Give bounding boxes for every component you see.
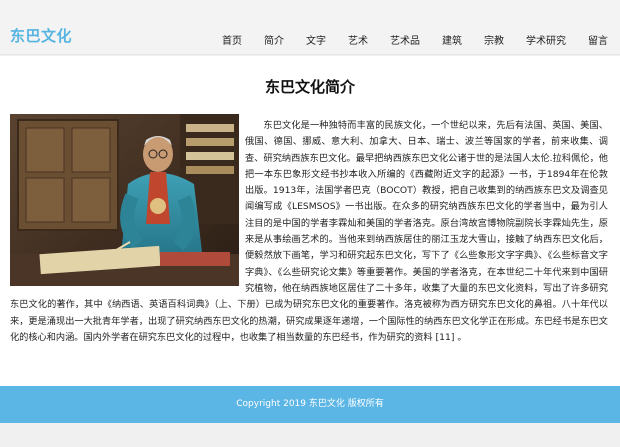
nav-item-artworks[interactable]: 艺术品: [390, 32, 420, 47]
page-title: 东巴文化简介: [264, 78, 355, 96]
site-header: 东巴文化 首页 简介 文字 艺术 艺术品 建筑 宗教 学术研究 留言: [0, 0, 620, 55]
site-logo[interactable]: 东巴文化: [10, 25, 72, 46]
nav-item-architecture[interactable]: 建筑: [442, 32, 462, 47]
site-footer: Copyright 2019 东巴文化 版权所有: [0, 386, 620, 423]
nav-item-script[interactable]: 文字: [306, 32, 326, 47]
nav-item-home[interactable]: 首页: [222, 32, 242, 47]
main-nav: 首页 简介 文字 艺术 艺术品 建筑 宗教 学术研究 留言: [222, 32, 608, 47]
nav-item-art[interactable]: 艺术: [348, 32, 368, 47]
copyright-text: Copyright 2019 东巴文化 版权所有: [236, 399, 384, 409]
main-content: 东巴文化简介 东巴文化是一种独特而丰富的民族文化，一个世纪以来，先后有法国、英国…: [0, 56, 620, 386]
dongba-scholar-photo: [10, 114, 239, 286]
nav-item-religion[interactable]: 宗教: [484, 32, 504, 47]
nav-item-guestbook[interactable]: 留言: [588, 32, 608, 47]
nav-item-research[interactable]: 学术研究: [526, 32, 566, 47]
nav-item-intro[interactable]: 简介: [264, 32, 284, 47]
